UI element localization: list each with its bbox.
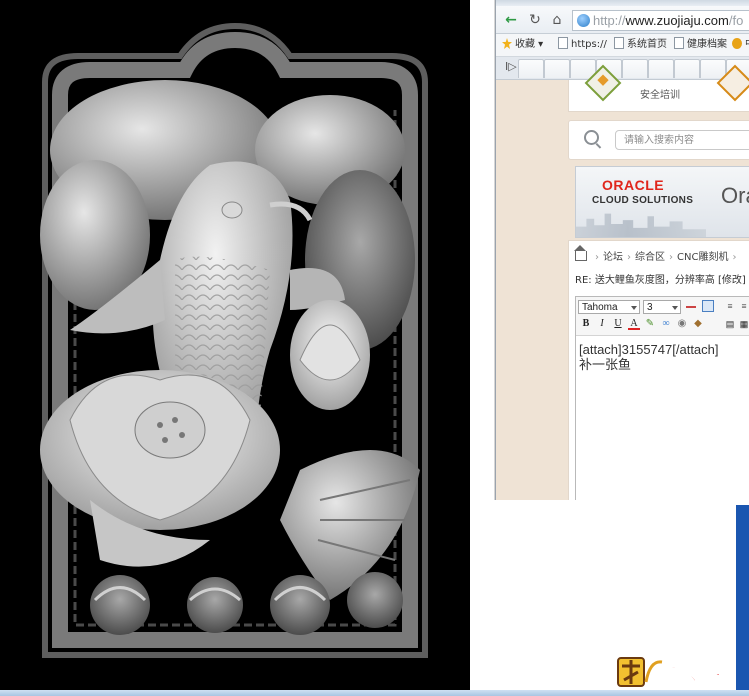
url-scheme: http:// xyxy=(593,13,626,28)
city-skyline-graphic xyxy=(576,213,706,237)
home-icon[interactable]: ⌂ xyxy=(548,11,566,29)
image-icon[interactable]: ◉ xyxy=(676,318,688,330)
breadcrumb: › 论坛 › 综合区 › CNC雕刻机 › xyxy=(574,245,740,263)
post-title: RE: 送大鲤鱼灰度图，分辨率高 [修改] xyxy=(575,275,746,286)
search-icon[interactable] xyxy=(584,130,599,145)
tab[interactable] xyxy=(700,59,726,78)
navigation-bar: ← ↻ ⌂ http://www.zuojiaju.com/fo xyxy=(496,6,749,34)
list-icon[interactable]: ▤ xyxy=(724,318,736,330)
bookmark-health-records[interactable]: 健康档案 xyxy=(674,34,727,56)
attachment-icon[interactable]: ◆ xyxy=(692,318,704,330)
editor-content[interactable]: [attach]3155747[/attach] 补一张鱼 xyxy=(576,336,749,378)
editor-toolbar: Tahoma 3 ≡ ≡ B I U A ✎ ∞ ◉ ◆ ▤ ▦ xyxy=(576,297,749,336)
font-size-select[interactable]: 3 xyxy=(643,300,681,314)
bookmark-system-home[interactable]: 系统首页 xyxy=(614,34,667,56)
safety-training-link[interactable]: 安全培训 xyxy=(640,86,680,101)
italic-button[interactable]: I xyxy=(596,318,608,330)
bookmark-more[interactable]: 中 xyxy=(732,34,749,56)
breadcrumb-general[interactable]: 综合区 xyxy=(635,252,665,263)
web-page: 安全培训 请输入搜索内容 ORACLE CLOUD SOLUTIONS Ora … xyxy=(496,64,749,500)
taskbar xyxy=(0,690,749,696)
desktop-gap xyxy=(470,0,497,696)
tab[interactable] xyxy=(518,59,544,78)
horizontal-rule-icon[interactable] xyxy=(686,306,696,308)
oracle-logo: ORACLE xyxy=(602,177,665,193)
post-editor: Tahoma 3 ≡ ≡ B I U A ✎ ∞ ◉ ◆ ▤ ▦ [attach… xyxy=(575,296,749,500)
editor-line: [attach]3155747[/attach] xyxy=(579,342,719,357)
breadcrumb-forum[interactable]: 论坛 xyxy=(603,252,623,263)
woodworking-brand-logo: 爱好者 xyxy=(617,657,734,689)
url-domain: www.zuojiaju.com xyxy=(625,13,729,28)
oracle-big-text: Ora xyxy=(721,183,749,208)
bookmark-favorites[interactable]: 收藏 ▾ xyxy=(502,34,543,56)
page-icon xyxy=(614,37,624,49)
reply-post-card: › 论坛 › 综合区 › CNC雕刻机 › RE: 送大鲤鱼灰度图，分辨率高 [修改] Ta… xyxy=(568,240,749,500)
reload-icon[interactable]: ↻ xyxy=(526,11,544,29)
page-icon xyxy=(558,37,568,49)
tabs-bar: I▷ xyxy=(496,57,749,80)
align-center-icon[interactable]: ≡ xyxy=(738,300,749,312)
insert-table-icon[interactable] xyxy=(702,300,714,312)
tab[interactable] xyxy=(544,59,570,78)
home-icon[interactable] xyxy=(574,245,587,261)
indent-icon[interactable]: ▦ xyxy=(738,318,749,330)
tab[interactable] xyxy=(622,59,648,78)
highlight-icon[interactable]: ✎ xyxy=(644,318,656,330)
underline-button[interactable]: U xyxy=(612,318,624,330)
align-left-icon[interactable]: ≡ xyxy=(724,300,736,312)
relief-image-viewer xyxy=(0,0,470,690)
search-card: 请输入搜索内容 xyxy=(568,120,749,160)
gear-icon xyxy=(732,38,742,49)
bold-button[interactable]: B xyxy=(580,318,592,330)
oracle-tagline: CLOUD SOLUTIONS xyxy=(592,195,694,206)
link-icon[interactable]: ∞ xyxy=(660,318,672,330)
carp-lotus-relief-image xyxy=(0,0,470,690)
search-input[interactable]: 请输入搜索内容 xyxy=(615,130,749,150)
tab[interactable] xyxy=(674,59,700,78)
globe-icon xyxy=(577,14,590,27)
font-family-select[interactable]: Tahoma xyxy=(578,300,640,314)
chevron-down-icon xyxy=(672,306,678,310)
bookmarks-bar: 收藏 ▾ https:// 系统首页 健康档案 中 xyxy=(496,34,749,57)
svg-text:爱好者: 爱好者 xyxy=(664,663,733,688)
text-color-button[interactable]: A xyxy=(628,318,640,330)
bookmark-https[interactable]: https:// xyxy=(558,34,607,56)
editor-line: 补一张鱼 xyxy=(579,357,632,372)
star-icon xyxy=(502,38,512,49)
browser-window[interactable]: ← ↻ ⌂ http://www.zuojiaju.com/fo 收藏 ▾ ht… xyxy=(495,0,749,500)
address-bar[interactable]: http://www.zuojiaju.com/fo xyxy=(572,10,749,31)
chevron-down-icon xyxy=(631,306,637,310)
url-path: /fo xyxy=(728,13,744,28)
tabs-expand-icon[interactable]: I▷ xyxy=(505,60,517,73)
back-arrow-icon[interactable]: ← xyxy=(502,11,520,29)
oracle-ad-banner[interactable]: ORACLE CLOUD SOLUTIONS Ora xyxy=(575,166,749,238)
breadcrumb-cnc[interactable]: CNC雕刻机 xyxy=(677,252,728,263)
page-icon xyxy=(674,37,684,49)
tab[interactable] xyxy=(648,59,674,78)
